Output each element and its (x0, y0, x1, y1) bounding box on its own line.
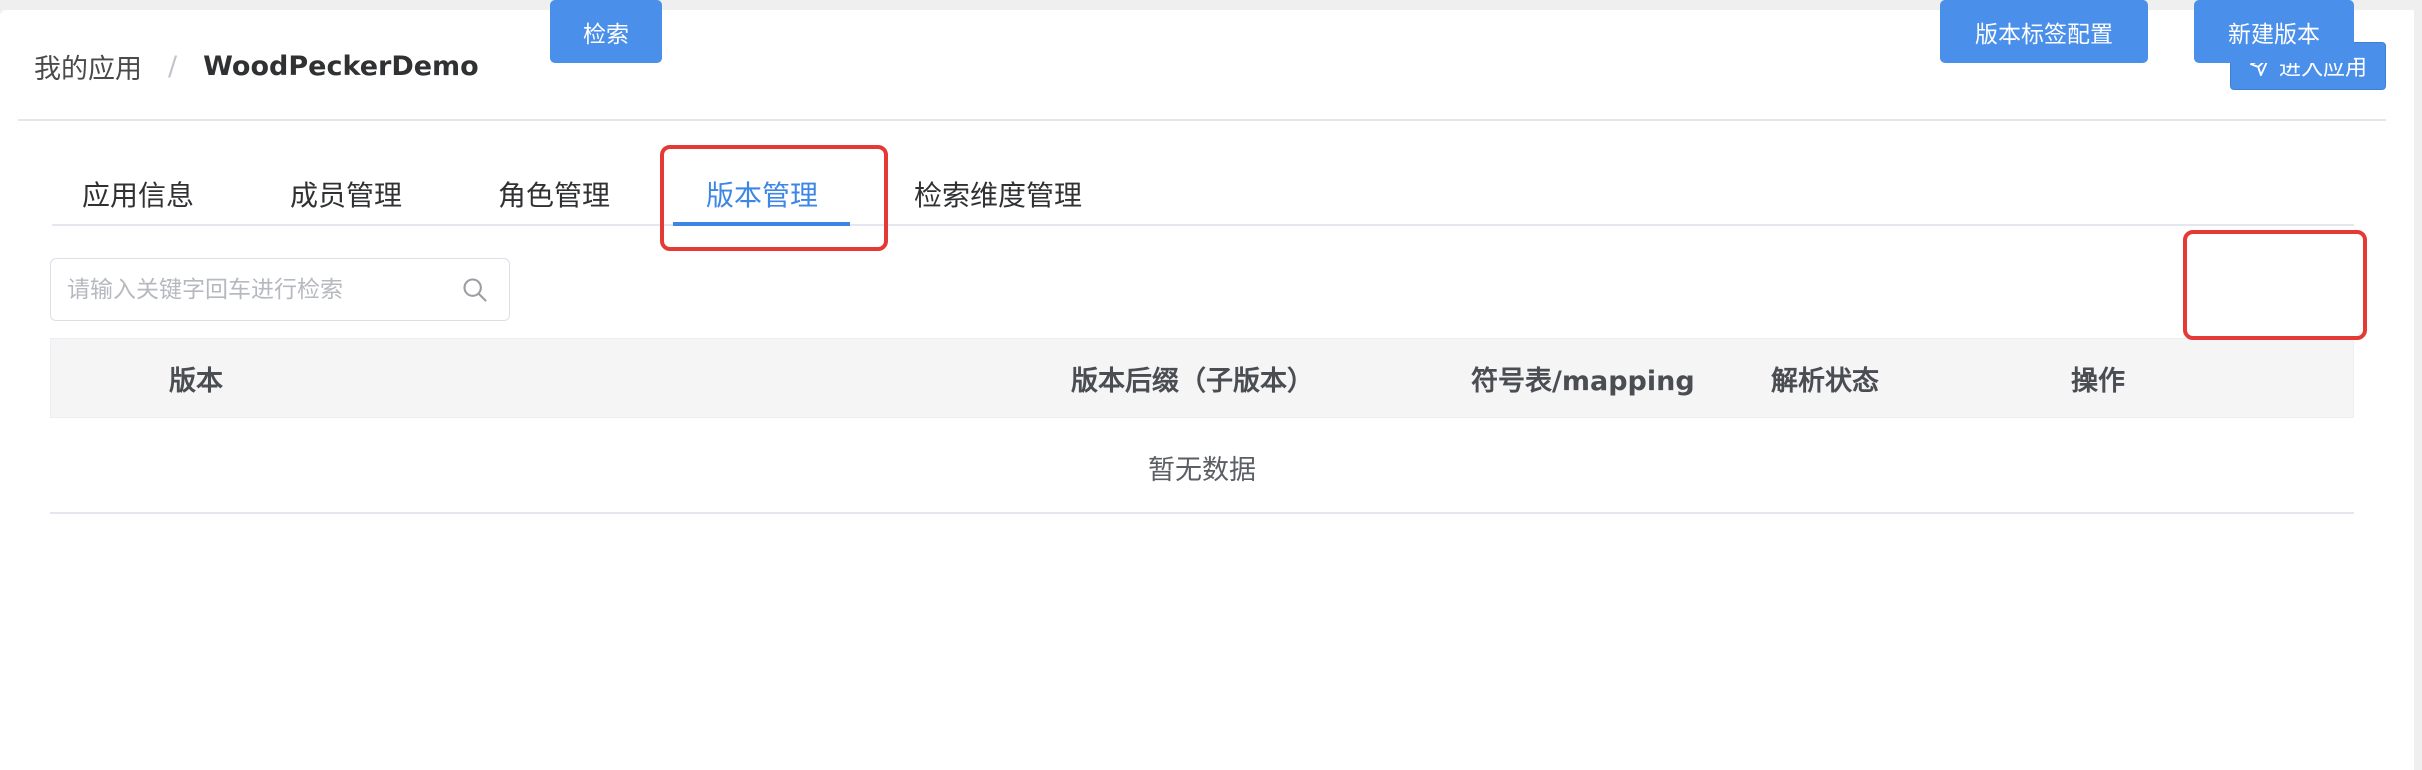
version-tag-config-button[interactable]: 版本标签配置 (1940, 0, 2148, 63)
breadcrumb-separator: / (168, 50, 178, 82)
tab-app-info[interactable]: 应用信息 (82, 174, 194, 214)
tab-role-management[interactable]: 角色管理 (498, 174, 610, 214)
column-header-symbol-mapping: 符号表/mapping (1471, 366, 1695, 397)
highlight-new-version-button (2183, 230, 2367, 340)
highlight-version-tab (660, 145, 888, 251)
search-icon[interactable] (461, 276, 489, 304)
table-empty-text: 暂无数据 (1148, 455, 1256, 486)
search-field (50, 258, 510, 321)
tab-search-dimension-management[interactable]: 检索维度管理 (914, 174, 1082, 214)
column-header-version-suffix: 版本后缀（子版本） (1071, 366, 1314, 397)
breadcrumb-current-app: WoodPeckerDemo (203, 50, 479, 82)
table-bottom-border (50, 512, 2354, 514)
tab-bar: 应用信息 成员管理 角色管理 版本管理 检索维度管理 (52, 160, 2352, 225)
breadcrumb: 我的应用 / WoodPeckerDemo (34, 46, 479, 86)
header-divider (18, 119, 2386, 121)
tab-member-management[interactable]: 成员管理 (290, 174, 402, 214)
search-input[interactable] (51, 275, 461, 304)
new-version-button[interactable]: 新建版本 (2194, 0, 2354, 63)
breadcrumb-my-apps[interactable]: 我的应用 (34, 47, 142, 86)
search-button[interactable]: 检索 (550, 0, 662, 63)
column-header-version: 版本 (169, 366, 223, 397)
table-header: 版本 版本后缀（子版本） 符号表/mapping 解析状态 操作 (50, 338, 2354, 418)
column-header-actions: 操作 (2071, 366, 2125, 397)
column-header-parse-status: 解析状态 (1771, 366, 1879, 397)
tabs-divider (52, 224, 2354, 226)
